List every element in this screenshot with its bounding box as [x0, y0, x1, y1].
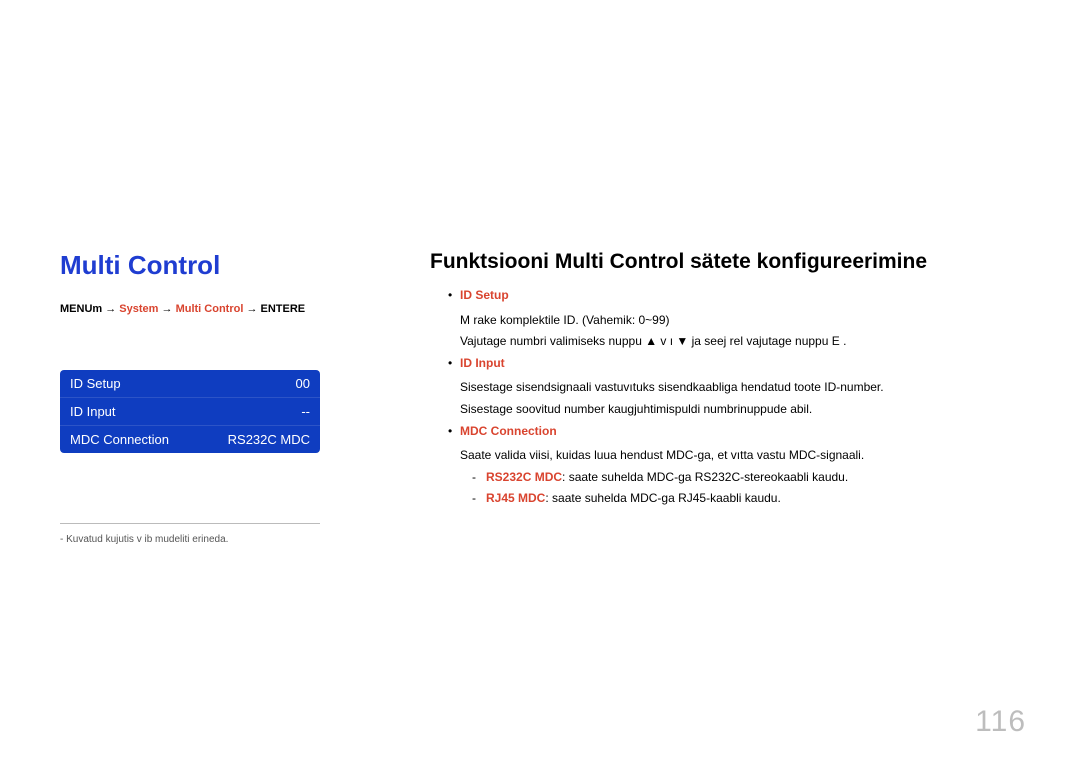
menu-row-mdc-connection: MDC Connection RS232C MDC	[60, 426, 320, 453]
menu-label: ID Setup	[70, 376, 121, 391]
breadcrumb-arrow: →	[158, 303, 175, 315]
item-text: Sisestage soovitud number kaugjuhtimispu…	[460, 400, 1020, 419]
breadcrumb-enter: ENTER	[261, 303, 298, 315]
right-column: Funktsiooni Multi Control sätete konfigu…	[430, 250, 1020, 545]
footnote: - Kuvatud kujutis v ib mudeliti erineda.	[60, 534, 370, 545]
divider	[60, 523, 320, 524]
bullet-icon: •	[448, 354, 460, 373]
item-mdc-connection: •MDC Connection	[448, 422, 1020, 441]
menu-label: MDC Connection	[70, 432, 169, 447]
dash-icon: -	[472, 468, 486, 487]
page-number: 116	[975, 705, 1026, 739]
dash-icon: -	[472, 489, 486, 508]
item-heading: ID Input	[460, 356, 505, 370]
bullet-icon: •	[448, 422, 460, 441]
item-heading: ID Setup	[460, 288, 509, 302]
settings-menu: ID Setup 00 ID Input -- MDC Connection R…	[60, 370, 320, 453]
item-id-input: •ID Input	[448, 354, 1020, 373]
breadcrumb-arrow: →	[102, 303, 119, 315]
item-text: Saate valida viisi, kuidas luua hendust …	[460, 446, 1020, 465]
menu-row-id-setup: ID Setup 00	[60, 370, 320, 398]
menu-row-id-input: ID Input --	[60, 398, 320, 426]
breadcrumb-menu-suffix: m	[92, 303, 102, 315]
item-heading: MDC Connection	[460, 424, 557, 438]
subitem-bold: RS232C MDC	[486, 470, 562, 484]
subitem-rs232c: -RS232C MDC: saate suhelda MDC-ga RS232C…	[472, 468, 1020, 487]
item-text: M rake komplektile ID. (Vahemik: 0~99)	[460, 311, 1020, 330]
section-title: Multi Control	[60, 250, 370, 281]
item-text: Sisestage sisendsignaali vastuvıtuks sis…	[460, 378, 1020, 397]
item-text: Vajutage numbri valimiseks nuppu ▲ v ı ▼…	[460, 332, 1020, 351]
subitem-bold: RJ45 MDC	[486, 491, 545, 505]
subitem-rj45: -RJ45 MDC: saate suhelda MDC-ga RJ45-kaa…	[472, 489, 1020, 508]
menu-label: ID Input	[70, 404, 116, 419]
subitem-text: : saate suhelda MDC-ga RS232C-stereokaab…	[562, 470, 848, 484]
breadcrumb-arrow: →	[243, 303, 260, 315]
content-list: •ID Setup M rake komplektile ID. (Vahemi…	[430, 286, 1020, 508]
left-column: Multi Control MENUm → System → Multi Con…	[60, 250, 370, 545]
content-title: Funktsiooni Multi Control sätete konfigu…	[430, 250, 1020, 274]
breadcrumb-multi-control: Multi Control	[176, 303, 244, 315]
breadcrumb-system: System	[119, 303, 158, 315]
menu-value: --	[301, 404, 310, 419]
item-id-setup: •ID Setup	[448, 286, 1020, 305]
page-content: Multi Control MENUm → System → Multi Con…	[0, 0, 1080, 545]
bullet-icon: •	[448, 286, 460, 305]
subitem-text: : saate suhelda MDC-ga RJ45-kaabli kaudu…	[545, 491, 780, 505]
breadcrumb: MENUm → System → Multi Control → ENTERE	[60, 303, 370, 315]
menu-value: 00	[296, 376, 310, 391]
breadcrumb-enter-suffix: E	[298, 303, 305, 315]
footnote-text: Kuvatud kujutis v ib mudeliti erineda.	[66, 534, 228, 545]
menu-value: RS232C MDC	[228, 432, 310, 447]
breadcrumb-menu: MENU	[60, 303, 92, 315]
